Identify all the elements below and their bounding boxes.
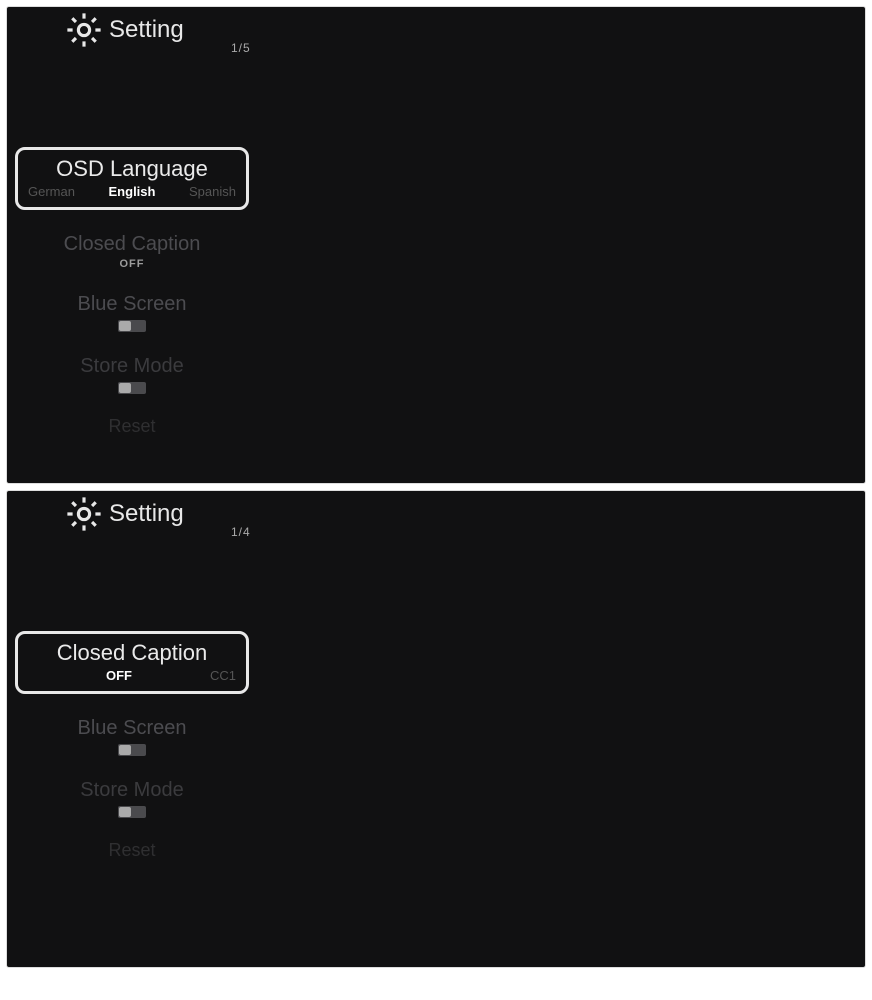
- menu-item-store-mode[interactable]: Store Mode: [15, 354, 249, 394]
- menu-item-label: Closed Caption: [15, 232, 249, 256]
- toggle-knob: [119, 745, 131, 755]
- cc-option-next[interactable]: CC1: [210, 668, 236, 683]
- menu-item-label: Blue Screen: [15, 716, 249, 740]
- closed-caption-value: OFF: [15, 258, 249, 270]
- settings-panel-1: Setting 1/5 OSD Language German English …: [6, 6, 866, 484]
- menu-item-store-mode[interactable]: Store Mode: [15, 778, 249, 818]
- store-mode-toggle[interactable]: [118, 382, 146, 394]
- header: Setting: [63, 9, 184, 51]
- gear-icon: [63, 9, 105, 51]
- menu-item-closed-caption[interactable]: Closed Caption OFF: [15, 232, 249, 270]
- toggle-knob: [119, 321, 131, 331]
- menu-item-blue-screen[interactable]: Blue Screen: [15, 292, 249, 332]
- lang-option-next[interactable]: Spanish: [189, 184, 236, 199]
- page-counter: 1/5: [231, 41, 251, 55]
- blue-screen-toggle[interactable]: [118, 744, 146, 756]
- toggle-knob: [119, 807, 131, 817]
- menu-item-label: Blue Screen: [15, 292, 249, 316]
- gear-icon: [63, 493, 105, 535]
- blue-screen-toggle[interactable]: [118, 320, 146, 332]
- toggle-knob: [119, 383, 131, 393]
- menu-item-label: OSD Language: [22, 156, 242, 182]
- settings-menu: Closed Caption OFF CC1 Blue Screen Store…: [15, 631, 249, 862]
- menu-item-blue-screen[interactable]: Blue Screen: [15, 716, 249, 756]
- lang-option-active[interactable]: English: [109, 184, 156, 199]
- menu-item-reset[interactable]: Reset: [15, 416, 249, 438]
- menu-item-label: Reset: [15, 840, 249, 862]
- menu-item-reset[interactable]: Reset: [15, 840, 249, 862]
- header: Setting: [63, 493, 184, 535]
- menu-item-osd-language[interactable]: OSD Language German English Spanish: [15, 147, 249, 210]
- menu-item-label: Reset: [15, 416, 249, 438]
- menu-item-closed-caption[interactable]: Closed Caption OFF CC1: [15, 631, 249, 694]
- cc-option-active[interactable]: OFF: [106, 668, 132, 683]
- settings-panel-2: Setting 1/4 Closed Caption OFF CC1 Blue …: [6, 490, 866, 968]
- menu-item-label: Closed Caption: [22, 640, 242, 666]
- header-title: Setting: [109, 500, 184, 528]
- menu-item-label: Store Mode: [15, 778, 249, 802]
- header-title: Setting: [109, 16, 184, 44]
- cc-options: OFF CC1: [22, 666, 242, 683]
- page-counter: 1/4: [231, 525, 251, 539]
- lang-option-prev[interactable]: German: [28, 184, 75, 199]
- language-options: German English Spanish: [22, 182, 242, 199]
- menu-item-label: Store Mode: [15, 354, 249, 378]
- settings-menu: OSD Language German English Spanish Clos…: [15, 147, 249, 438]
- store-mode-toggle[interactable]: [118, 806, 146, 818]
